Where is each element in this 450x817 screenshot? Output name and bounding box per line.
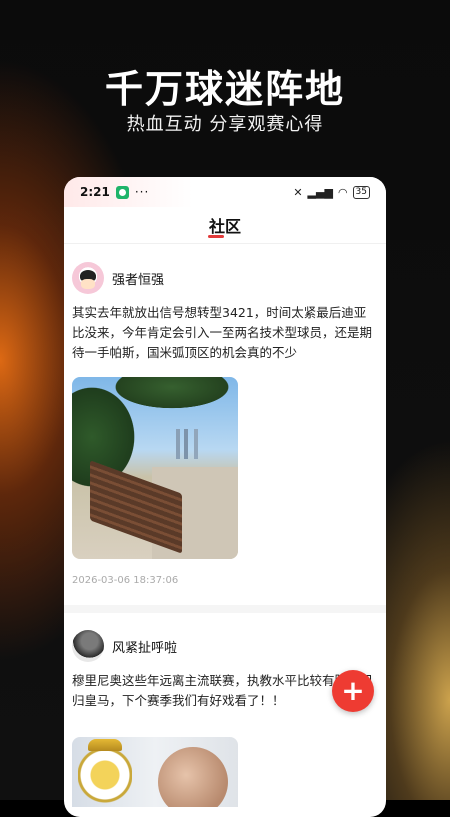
author-name[interactable]: 风紧扯呼啦	[112, 637, 177, 656]
crown-shape	[88, 739, 122, 751]
signal-icon: ▂▄▆	[307, 185, 333, 199]
wifi-icon: ◠	[337, 185, 348, 199]
post-timestamp: 2026-03-06 18:37:06	[72, 575, 179, 586]
city-towers-shape	[176, 429, 206, 459]
post-author[interactable]: 风紧扯呼啦	[72, 625, 378, 667]
battery-icon: 35	[352, 185, 370, 199]
top-nav: 社区	[64, 207, 386, 243]
phone-screen: 2:21 ··· ✕ ▂▄▆ ◠ 35 社区 强者恒强 其实去年就放出信号想转型…	[64, 177, 386, 817]
post-card[interactable]: 强者恒强 其实去年就放出信号想转型3421，时间太紧最后迪亚比没来，今年肯定会引…	[64, 257, 386, 586]
post-image[interactable]	[72, 377, 238, 559]
status-bar: 2:21 ··· ✕ ▂▄▆ ◠ 35	[64, 177, 386, 207]
post-content: 其实去年就放出信号想转型3421，时间太紧最后迪亚比没来，今年肯定会引入一至两名…	[72, 305, 373, 360]
avatar[interactable]	[72, 630, 104, 662]
post-content: 穆里尼奥这些年远离主流联赛，执教水平比较有限，回归皇马，下个赛季我们有好戏看了！…	[72, 673, 373, 708]
face-shape	[158, 747, 228, 807]
post-author[interactable]: 强者恒强	[72, 257, 378, 299]
tree-branch-shape	[102, 377, 238, 427]
wechat-notification-icon	[115, 185, 129, 199]
status-icons: ✕ ▂▄▆ ◠ 35	[293, 185, 370, 199]
avatar[interactable]	[72, 262, 104, 294]
post-separator	[64, 605, 386, 613]
divider	[64, 243, 386, 244]
plus-icon: +	[341, 674, 365, 707]
add-post-button[interactable]: +	[332, 670, 374, 712]
post-card[interactable]: 风紧扯呼啦 穆里尼奥这些年远离主流联赛，执教水平比较有限，回归皇马，下个赛季我们…	[64, 625, 386, 807]
page-title: 社区	[207, 213, 241, 238]
status-time: 2:21	[80, 185, 110, 199]
more-notifications-icon: ···	[134, 185, 150, 199]
author-name[interactable]: 强者恒强	[112, 269, 164, 288]
post-image[interactable]	[72, 737, 238, 807]
mute-icon: ✕	[293, 185, 303, 199]
promo-title: 千万球迷阵地	[104, 67, 345, 111]
promo-subtitle: 热血互动 分享观赛心得	[126, 114, 324, 135]
